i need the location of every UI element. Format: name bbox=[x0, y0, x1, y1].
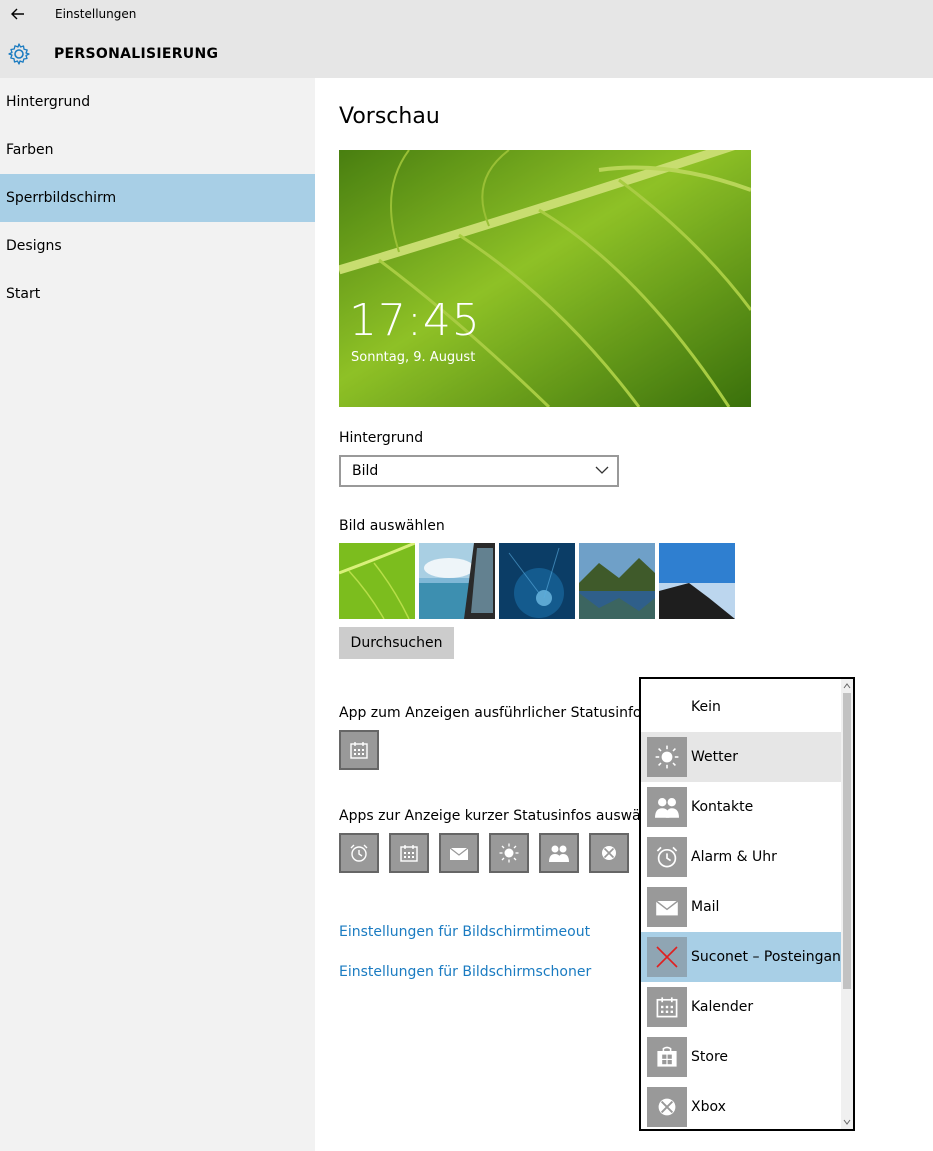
store-tile bbox=[647, 1037, 687, 1077]
sidebar-item-farben[interactable]: Farben bbox=[0, 126, 315, 174]
xbox-tile bbox=[647, 1087, 687, 1127]
people-icon bbox=[655, 798, 679, 818]
calendar-icon bbox=[656, 997, 678, 1018]
image-thumbnails bbox=[339, 543, 739, 619]
page-title: PERSONALISIERUNG bbox=[54, 46, 219, 62]
app-picker-popup: Kein Wetter Kontakte Alarm & Uhr Mail Su… bbox=[639, 677, 855, 1131]
calendar-icon bbox=[400, 845, 418, 862]
sidebar-item-designs[interactable]: Designs bbox=[0, 222, 315, 270]
quick-status-tile-contacts[interactable] bbox=[539, 833, 579, 873]
popup-item-none[interactable]: Kein bbox=[641, 682, 841, 732]
leaf-background-image bbox=[339, 150, 751, 407]
browse-button[interactable]: Durchsuchen bbox=[339, 627, 454, 659]
detailed-status-label: App zum Anzeigen ausführlicher Statusinf… bbox=[339, 705, 662, 721]
xbox-icon bbox=[658, 1098, 676, 1116]
popup-item-label: Kontakte bbox=[691, 799, 754, 815]
title-bar: Einstellungen bbox=[0, 0, 933, 30]
scroll-thumb[interactable] bbox=[843, 693, 851, 989]
background-label: Hintergrund bbox=[339, 430, 424, 446]
x-icon bbox=[656, 946, 678, 968]
alarm-clock-icon bbox=[656, 846, 678, 868]
popup-item-label: Mail bbox=[691, 899, 720, 915]
detailed-status-app-tile[interactable] bbox=[339, 730, 379, 770]
sidebar-item-sperrbildschirm[interactable]: Sperrbildschirm bbox=[0, 174, 315, 222]
scroll-down-icon[interactable] bbox=[843, 1117, 851, 1127]
chevron-down-icon bbox=[595, 466, 609, 474]
lock-screen-preview: 17:45 Sonntag, 9. August bbox=[339, 150, 751, 407]
thumbnail-leaf[interactable] bbox=[339, 543, 415, 619]
popup-item-contacts[interactable]: Kontakte bbox=[641, 782, 841, 832]
popup-item-label: Alarm & Uhr bbox=[691, 849, 777, 865]
sidebar: Hintergrund Farben Sperrbildschirm Desig… bbox=[0, 78, 315, 1151]
popup-item-xbox[interactable]: Xbox bbox=[641, 1082, 841, 1129]
popup-item-label: Wetter bbox=[691, 749, 738, 765]
page-header: PERSONALISIERUNG bbox=[0, 30, 933, 78]
quick-status-tile-xbox[interactable] bbox=[589, 833, 629, 873]
thumbnail-underwater[interactable] bbox=[499, 543, 575, 619]
popup-item-calendar[interactable]: Kalender bbox=[641, 982, 841, 1032]
quick-status-tile-mail[interactable] bbox=[439, 833, 479, 873]
section-title-preview: Vorschau bbox=[339, 104, 440, 129]
window-title: Einstellungen bbox=[55, 7, 137, 21]
popup-item-suconet[interactable]: Suconet – Posteingang bbox=[641, 932, 850, 982]
popup-item-store[interactable]: Store bbox=[641, 1032, 841, 1082]
popup-scrollbar[interactable] bbox=[841, 679, 853, 1129]
popup-item-alarm[interactable]: Alarm & Uhr bbox=[641, 832, 841, 882]
popup-item-label: Store bbox=[691, 1049, 729, 1065]
sidebar-item-hintergrund[interactable]: Hintergrund bbox=[0, 78, 315, 126]
popup-item-label: Xbox bbox=[691, 1099, 726, 1115]
quick-status-tile-calendar[interactable] bbox=[389, 833, 429, 873]
quick-status-tile-alarm[interactable] bbox=[339, 833, 379, 873]
quick-status-tile-weather[interactable] bbox=[489, 833, 529, 873]
link-screen-timeout-settings[interactable]: Einstellungen für Bildschirmtimeout bbox=[339, 924, 590, 940]
sun-icon bbox=[655, 745, 679, 769]
calendar-tile bbox=[647, 987, 687, 1027]
thumbnail-lake-mountains[interactable] bbox=[579, 543, 655, 619]
alarm-clock-icon bbox=[350, 844, 368, 862]
people-icon bbox=[549, 845, 569, 862]
back-button[interactable] bbox=[8, 4, 30, 24]
sun-icon bbox=[499, 843, 519, 863]
mail-tile bbox=[647, 887, 687, 927]
popup-item-label: Kein bbox=[691, 699, 721, 715]
mail-icon bbox=[449, 847, 469, 860]
popup-item-label: Kalender bbox=[691, 999, 754, 1015]
contacts-tile bbox=[647, 787, 687, 827]
thumbnail-hill-sky[interactable] bbox=[659, 543, 735, 619]
calendar-icon bbox=[350, 742, 368, 759]
thumbnail-window-view[interactable] bbox=[419, 543, 495, 619]
preview-date: Sonntag, 9. August bbox=[351, 350, 476, 365]
popup-item-weather[interactable]: Wetter bbox=[641, 732, 841, 782]
background-select-value: Bild bbox=[352, 463, 379, 479]
scroll-up-icon[interactable] bbox=[843, 681, 851, 691]
quick-status-label: Apps zur Anzeige kurzer Statusinfos ausw… bbox=[339, 808, 663, 824]
alarm-tile bbox=[647, 837, 687, 877]
choose-image-label: Bild auswählen bbox=[339, 518, 445, 534]
mail-icon bbox=[655, 900, 679, 916]
back-arrow-icon bbox=[11, 8, 24, 20]
popup-item-mail[interactable]: Mail bbox=[641, 882, 841, 932]
xbox-icon bbox=[602, 846, 616, 860]
suconet-tile bbox=[647, 937, 687, 977]
store-icon bbox=[657, 1046, 677, 1067]
background-select[interactable]: Bild bbox=[339, 455, 619, 487]
weather-tile bbox=[647, 737, 687, 777]
popup-item-label: Suconet – Posteingang bbox=[691, 949, 850, 965]
gear-icon bbox=[8, 43, 30, 65]
link-screensaver-settings[interactable]: Einstellungen für Bildschirmschoner bbox=[339, 964, 591, 980]
preview-time: 17:45 bbox=[349, 295, 481, 346]
sidebar-item-start[interactable]: Start bbox=[0, 270, 315, 318]
